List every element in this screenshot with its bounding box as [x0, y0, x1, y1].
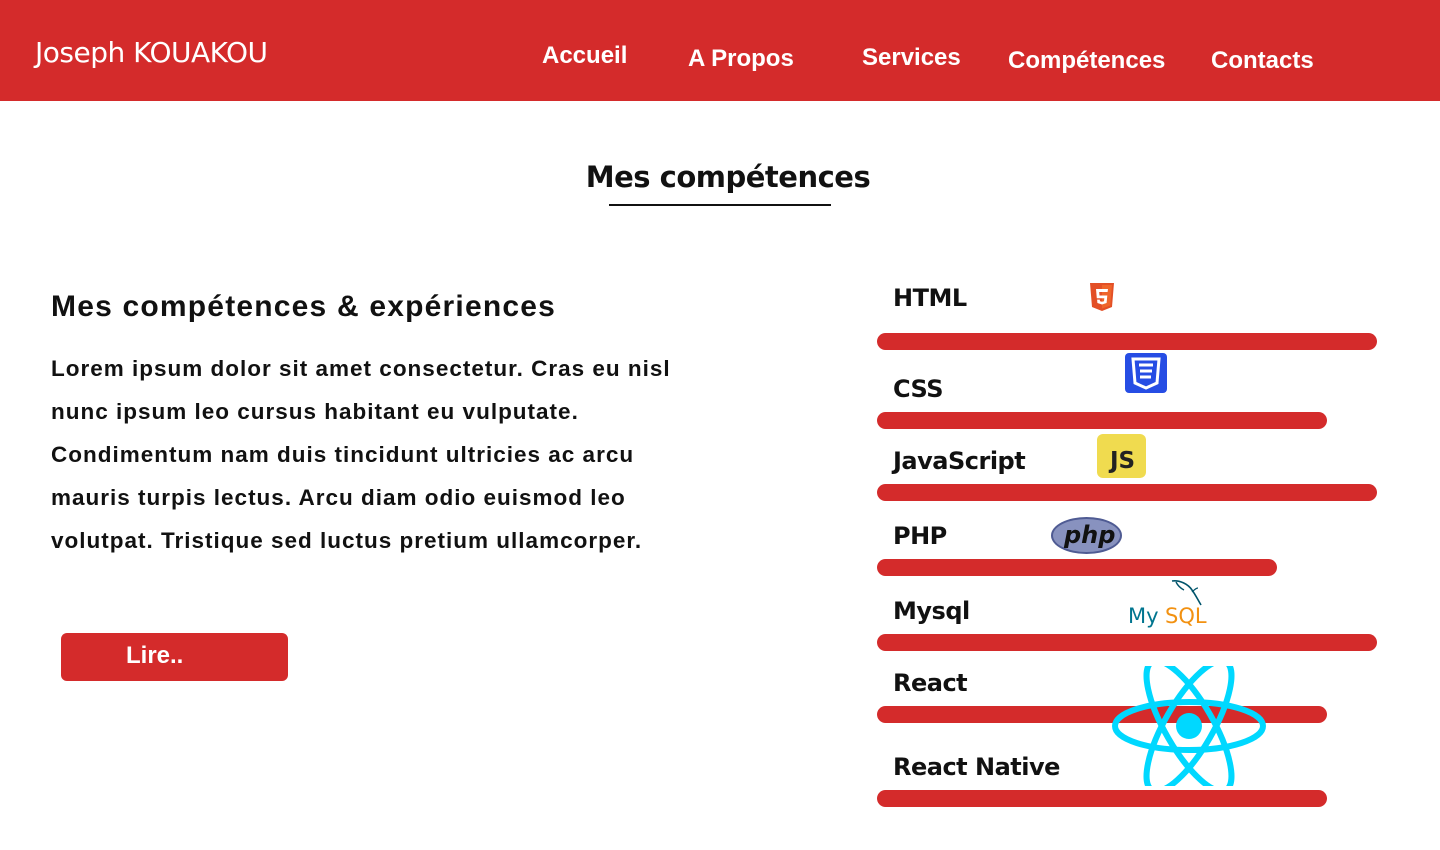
nav-link-services[interactable]: Services: [862, 44, 961, 72]
skill-label-react: React: [893, 669, 968, 697]
skill-label-mysql: Mysql: [893, 597, 970, 625]
skills-description: Lorem ipsum dolor sit amet consectetur. …: [51, 356, 671, 553]
skill-label-javascript: JavaScript: [893, 447, 1026, 475]
section-title-underline: [609, 204, 831, 206]
javascript-icon-text: JS: [1110, 448, 1136, 474]
react-icon: [1112, 666, 1266, 786]
skill-bar-react-native: [877, 790, 1327, 807]
section-title: Mes compétences: [585, 160, 871, 194]
brand-name[interactable]: Joseph KOUAKOU: [35, 36, 268, 69]
html5-icon: [1090, 283, 1114, 311]
skill-bar-mysql: [877, 634, 1377, 651]
skill-bar-html: [877, 333, 1377, 350]
skill-label-html: HTML: [893, 284, 967, 312]
skill-label-react-native: React Native: [893, 753, 1060, 781]
skills-heading: Mes compétences & expériences: [51, 290, 557, 323]
skill-label-php: PHP: [893, 522, 947, 550]
read-more-label: Lire..: [126, 642, 184, 669]
php-icon: php: [1051, 517, 1122, 554]
nav-link-accueil[interactable]: Accueil: [542, 42, 627, 70]
nav-link-contacts[interactable]: Contacts: [1211, 47, 1314, 75]
mysql-icon-text-sql: SQL: [1165, 604, 1207, 628]
mysql-icon: My SQL: [1128, 578, 1207, 630]
nav-link-a-propos[interactable]: A Propos: [688, 45, 794, 73]
skill-bar-javascript: [877, 484, 1377, 501]
skill-bar-php: [877, 559, 1277, 576]
php-icon-text: php: [1064, 521, 1116, 549]
read-more-button[interactable]: Lire..: [61, 633, 288, 681]
mysql-icon-text-my: My: [1128, 604, 1159, 628]
skill-bar-css: [877, 412, 1327, 429]
skill-label-css: CSS: [893, 375, 944, 403]
javascript-icon: JS: [1097, 434, 1146, 478]
css3-icon: [1125, 353, 1167, 393]
nav-link-competences[interactable]: Compétences: [1008, 47, 1165, 75]
top-navbar: Joseph KOUAKOU Accueil A Propos Services…: [0, 0, 1440, 101]
